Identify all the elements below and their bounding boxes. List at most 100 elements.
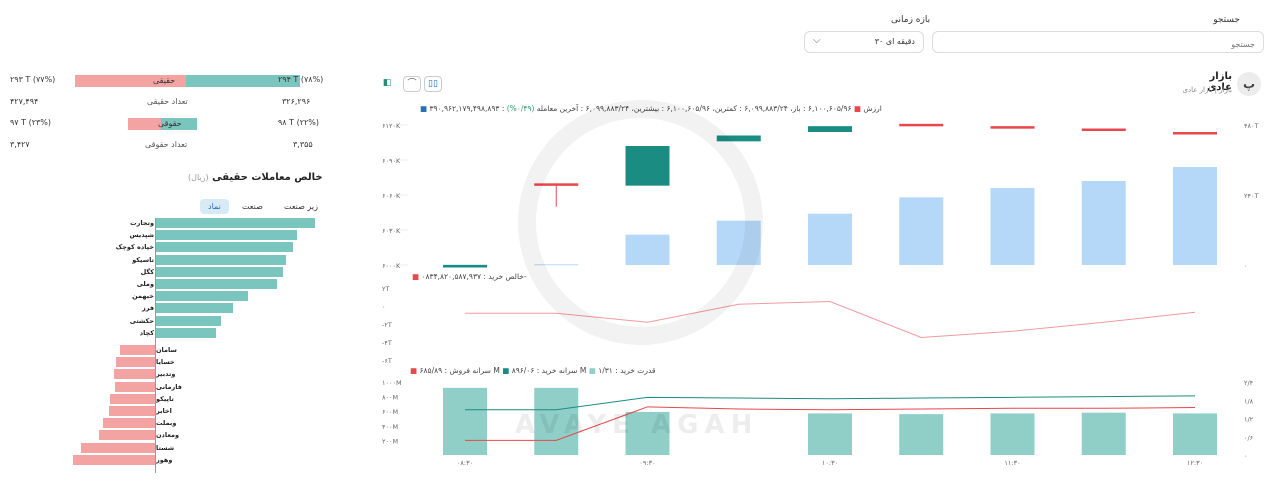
net-bar-label: حکشتی (129, 316, 154, 325)
net-tick-label: ۲T (382, 285, 389, 293)
net-bar-positive (155, 279, 277, 289)
net-bar-positive (155, 303, 234, 314)
net-bar-label: تاپیکو (156, 394, 174, 403)
period-label: بازه زمانی (891, 15, 931, 25)
x-tick-label: ۰۸:۳۰ (457, 459, 473, 467)
symbol-avatar: پ (1237, 72, 1261, 96)
volume-bar (899, 197, 944, 265)
period-select[interactable]: ۳۰ دقیقه ای ⌵ (804, 31, 924, 53)
net-bar-negative (99, 430, 155, 441)
net-tick-label: -۴T (382, 339, 392, 347)
buy-legal-count: ۳,۳۵۵ (293, 140, 313, 149)
net-tabs: زیر صنعت صنعت نماد (200, 194, 326, 214)
net-bar-positive (155, 291, 248, 302)
net-bar-label: خسایا (156, 358, 175, 367)
power-bar (443, 387, 487, 455)
x-tick-label: ۱۱:۳۰ (1004, 459, 1020, 467)
power-bar (1081, 412, 1126, 455)
chevron-down-icon: ⌵ (813, 35, 821, 46)
watermark-logo (518, 100, 763, 345)
volume-bar (808, 213, 852, 265)
net-bar-label: فرز (141, 304, 154, 313)
bar-tick-label: ۱۰۰۰M (382, 379, 402, 387)
search-field[interactable] (932, 31, 1264, 55)
net-bar-negative (103, 418, 155, 429)
net-bar-label: سامان (156, 346, 177, 354)
net-tick-label: ۰ (382, 303, 386, 311)
buy-real-value: ۲۹۴ T (۷۸%) (278, 75, 324, 84)
y-tick-label: ۶۰۰۰K (382, 262, 401, 270)
net-bar-label: خبهمن (132, 292, 154, 301)
power-bar (808, 413, 852, 455)
net-tick-label: -۲T (382, 321, 392, 329)
net-bar-positive (155, 327, 216, 338)
x-tick-label: ۱۲:۳۰ (1187, 459, 1203, 467)
buy-legal-value: ۹۸ T (۲۲%) (278, 118, 320, 127)
tab-symbol[interactable]: نماد (200, 199, 229, 214)
y-tick-label: ۶۰۳۰K (382, 227, 401, 235)
net-bar-label: وهور (156, 455, 173, 464)
net-bar-label: وملی (136, 280, 154, 288)
legal-label: حقوقی (158, 119, 182, 128)
sell-real-count: ۴۲۷,۴۹۴ (10, 97, 39, 106)
period-value: ۳۰ دقیقه ای (874, 37, 915, 46)
legal-sell-bar (128, 118, 161, 130)
power-tick-label: ۰/۶ (1244, 434, 1253, 442)
net-bar-label: شستا (156, 443, 175, 452)
net-bar-label: ومعادن (156, 431, 180, 440)
volume-tick-label: ۲۴۰T (1244, 192, 1258, 200)
tab-industry[interactable]: صنعت (234, 199, 271, 214)
volume-tick-label: ۰ (1244, 262, 1248, 270)
search-input[interactable] (933, 34, 1263, 55)
x-tick-label: ۰۹:۳۰ (639, 459, 655, 467)
sell-legal-count: ۳,۴۲۷ (10, 140, 30, 149)
tab-sub-industry[interactable]: زیر صنعت (276, 199, 326, 214)
net-tick-label: -۶T (382, 357, 392, 365)
power-tick-label: ۰ (1244, 452, 1248, 460)
real-label: حقیقی (153, 76, 176, 85)
net-bar-label: کگل (140, 267, 154, 276)
power-bar (1173, 413, 1217, 455)
net-bar-label: اخابر (156, 407, 172, 415)
net-bar-positive (155, 315, 221, 326)
y-tick-label: ۶۱۲۰K (382, 122, 401, 130)
line-chart-icon[interactable]: ⌒ (403, 76, 421, 92)
y-tick-label: ۶۰۹۰K (382, 157, 401, 165)
net-bar-negative (73, 454, 155, 465)
y-tick-label: ۶۰۶۰K (382, 192, 401, 200)
net-bar-label: وتجارت (130, 219, 154, 227)
watermark-text: AVAYE AGAH (515, 410, 759, 440)
candle-chart-icon[interactable]: ▯▯ (424, 76, 442, 92)
net-bar-positive (155, 218, 315, 228)
search-label: جستجو (1213, 15, 1240, 25)
power-tick-label: ۱/۲ (1244, 416, 1254, 424)
net-bars-axis (155, 218, 156, 473)
power-tick-label: ۲/۴ (1244, 379, 1254, 387)
sell-legal-value: ۹۷ T (۲۳%) (10, 118, 52, 127)
candle (808, 126, 852, 132)
candle (899, 123, 944, 127)
sell-real-value: ۲۹۳ T (۷۷%) (10, 75, 56, 84)
net-bar-negative (81, 442, 155, 453)
buy-real-count: ۳۲۶,۲۹۶ (282, 97, 311, 106)
net-bar-negative (116, 357, 155, 368)
sidebar-toggle-icon[interactable]: ◧ (378, 76, 396, 92)
power-bar (990, 413, 1035, 455)
net-bar-positive (155, 242, 293, 253)
net-real-title: (ریال) خالص معاملات حقیقی (188, 172, 323, 183)
legal-count-label: تعداد حقوقی (145, 140, 188, 149)
net-bar-negative (109, 406, 155, 416)
net-bar-positive (155, 254, 287, 265)
net-bar-label: شپدیس (129, 231, 154, 240)
power-bar (899, 414, 944, 455)
net-bar-positive (155, 230, 298, 241)
volume-bar (1081, 181, 1126, 265)
candle (1173, 132, 1217, 135)
candle (990, 126, 1035, 129)
net-bar-label: کچاد (139, 328, 154, 337)
real-count-label: تعداد حقیقی (147, 97, 188, 106)
x-tick-label: ۱۰:۳۰ (822, 459, 838, 467)
power-tick-label: ۱/۸ (1244, 397, 1254, 405)
symbol-subtitle: بازار | بازار عادی (1182, 86, 1232, 94)
bar-tick-label: ۸۰۰M (382, 394, 398, 402)
